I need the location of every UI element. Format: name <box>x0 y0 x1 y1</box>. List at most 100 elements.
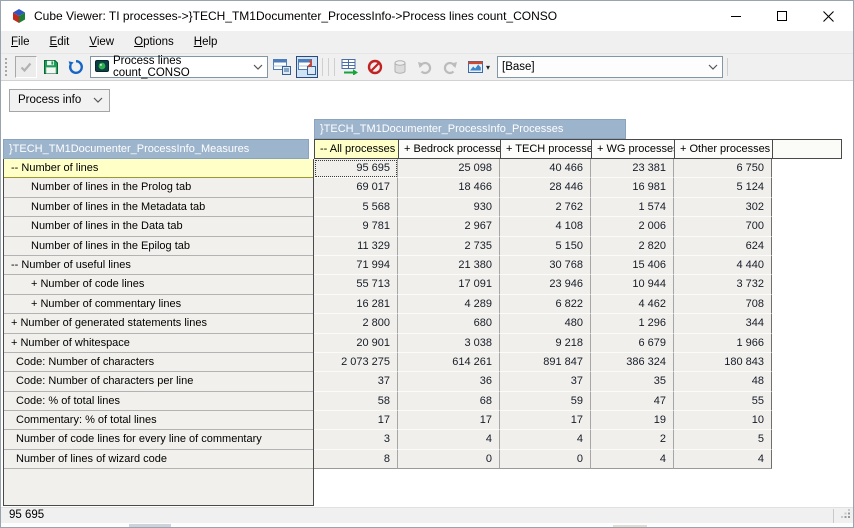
undo-icon[interactable] <box>414 56 436 78</box>
data-cell[interactable]: 17 <box>398 411 500 430</box>
data-cell[interactable]: 17 091 <box>398 275 500 294</box>
data-cell[interactable]: 480 <box>500 314 591 333</box>
data-cell[interactable]: 5 150 <box>500 237 591 256</box>
data-cell[interactable]: 891 847 <box>500 353 591 372</box>
data-cell[interactable]: 3 <box>314 430 398 449</box>
data-cell[interactable]: 25 098 <box>398 159 500 178</box>
data-cell[interactable]: 614 261 <box>398 353 500 372</box>
data-cell[interactable]: 16 281 <box>314 295 398 314</box>
data-cell[interactable]: 6 750 <box>674 159 772 178</box>
data-cell[interactable]: 23 946 <box>500 275 591 294</box>
data-cell[interactable]: 180 843 <box>674 353 772 372</box>
data-cell[interactable]: 0 <box>500 450 591 469</box>
toolbar-grip[interactable] <box>5 58 9 76</box>
data-cell[interactable]: 58 <box>314 392 398 411</box>
data-cell[interactable]: 16 981 <box>591 178 674 197</box>
data-cell[interactable]: 6 822 <box>500 295 591 314</box>
data-cell[interactable]: 48 <box>674 372 772 391</box>
auto-recalculate-icon[interactable] <box>339 56 361 78</box>
save-icon[interactable] <box>40 56 62 78</box>
data-cell[interactable]: 4 108 <box>500 217 591 236</box>
column-dimension-bar[interactable]: }TECH_TM1Documenter_ProcessInfo_Processe… <box>314 119 626 139</box>
data-cell[interactable]: 17 <box>500 411 591 430</box>
data-cell[interactable]: 5 <box>674 430 772 449</box>
data-cell[interactable]: 0 <box>398 450 500 469</box>
data-cell[interactable]: 3 038 <box>398 334 500 353</box>
data-cell[interactable]: 4 <box>500 430 591 449</box>
data-cell[interactable]: 1 966 <box>674 334 772 353</box>
snapshot-cylinder-icon[interactable] <box>389 56 411 78</box>
menu-help[interactable]: Help <box>184 31 228 53</box>
data-cell[interactable]: 708 <box>674 295 772 314</box>
data-cell[interactable]: 36 <box>398 372 500 391</box>
export-chart-icon[interactable]: ▾ <box>464 56 494 78</box>
data-cell[interactable]: 10 <box>674 411 772 430</box>
data-cell[interactable]: 37 <box>314 372 398 391</box>
data-cell[interactable]: 15 406 <box>591 256 674 275</box>
column-header[interactable]: + Bedrock processes <box>399 140 501 158</box>
minimize-button[interactable] <box>713 1 759 31</box>
data-cell[interactable]: 20 901 <box>314 334 398 353</box>
data-cell[interactable]: 2 073 275 <box>314 353 398 372</box>
data-cell[interactable]: 4 <box>591 450 674 469</box>
menu-file[interactable]: File <box>1 31 40 53</box>
data-cell[interactable]: 344 <box>674 314 772 333</box>
data-cell[interactable]: 5 568 <box>314 198 398 217</box>
data-cell[interactable]: 4 289 <box>398 295 500 314</box>
close-button[interactable] <box>805 1 851 31</box>
column-header[interactable]: + Other processes <box>675 140 773 158</box>
data-cell[interactable]: 6 679 <box>591 334 674 353</box>
data-cell[interactable]: 930 <box>398 198 500 217</box>
data-cell[interactable]: 2 735 <box>398 237 500 256</box>
redo-icon[interactable] <box>439 56 461 78</box>
pivot-grid-active-icon[interactable] <box>296 56 318 78</box>
row-header[interactable]: Number of lines in the Epilog tab <box>4 237 313 256</box>
data-cell[interactable]: 9 781 <box>314 217 398 236</box>
data-cell[interactable]: 2 762 <box>500 198 591 217</box>
data-cell[interactable]: 624 <box>674 237 772 256</box>
data-cell[interactable]: 55 713 <box>314 275 398 294</box>
base-selector[interactable]: [Base] <box>497 56 723 78</box>
row-header[interactable]: -- Number of useful lines <box>4 256 313 275</box>
process-info-selector[interactable]: Process info <box>9 89 110 112</box>
row-header[interactable]: + Number of code lines <box>4 275 313 294</box>
menu-view[interactable]: View <box>79 31 124 53</box>
data-cell[interactable]: 10 944 <box>591 275 674 294</box>
data-cell[interactable]: 95 695 <box>314 159 398 178</box>
data-cell[interactable]: 9 218 <box>500 334 591 353</box>
column-header[interactable]: + WG processes <box>592 140 675 158</box>
resize-grip-icon[interactable] <box>841 509 851 522</box>
data-cell[interactable]: 55 <box>674 392 772 411</box>
row-header[interactable]: -- Number of lines <box>4 159 313 178</box>
data-cell[interactable]: 2 967 <box>398 217 500 236</box>
data-cell[interactable]: 8 <box>314 450 398 469</box>
view-selector[interactable]: Process lines count_CONSO <box>90 56 268 78</box>
data-cell[interactable]: 700 <box>674 217 772 236</box>
row-header[interactable]: Code: Number of characters <box>4 353 313 372</box>
data-cell[interactable]: 4 462 <box>591 295 674 314</box>
data-cell[interactable]: 37 <box>500 372 591 391</box>
data-cell[interactable]: 28 446 <box>500 178 591 197</box>
data-cell[interactable]: 2 <box>591 430 674 449</box>
row-header[interactable]: Code: % of total lines <box>4 392 313 411</box>
data-cell[interactable]: 2 820 <box>591 237 674 256</box>
data-cell[interactable]: 68 <box>398 392 500 411</box>
suppress-zeroes-icon[interactable] <box>364 56 386 78</box>
data-cell[interactable]: 680 <box>398 314 500 333</box>
row-header[interactable]: Number of lines of wizard code <box>4 450 313 469</box>
column-header[interactable]: -- All processes <box>315 140 399 158</box>
data-cell[interactable]: 30 768 <box>500 256 591 275</box>
refresh-icon[interactable] <box>65 56 87 78</box>
row-header[interactable]: Number of lines in the Data tab <box>4 217 313 236</box>
data-cell[interactable]: 59 <box>500 392 591 411</box>
data-cell[interactable]: 3 732 <box>674 275 772 294</box>
data-cell[interactable]: 386 324 <box>591 353 674 372</box>
row-dimension-bar[interactable]: }TECH_TM1Documenter_ProcessInfo_Measures <box>3 139 309 159</box>
row-header[interactable]: Number of lines in the Metadata tab <box>4 198 313 217</box>
data-cell[interactable]: 71 994 <box>314 256 398 275</box>
apply-check-icon[interactable] <box>15 56 37 78</box>
data-cell[interactable]: 17 <box>314 411 398 430</box>
data-cell[interactable]: 35 <box>591 372 674 391</box>
data-cell[interactable]: 40 466 <box>500 159 591 178</box>
maximize-button[interactable] <box>759 1 805 31</box>
